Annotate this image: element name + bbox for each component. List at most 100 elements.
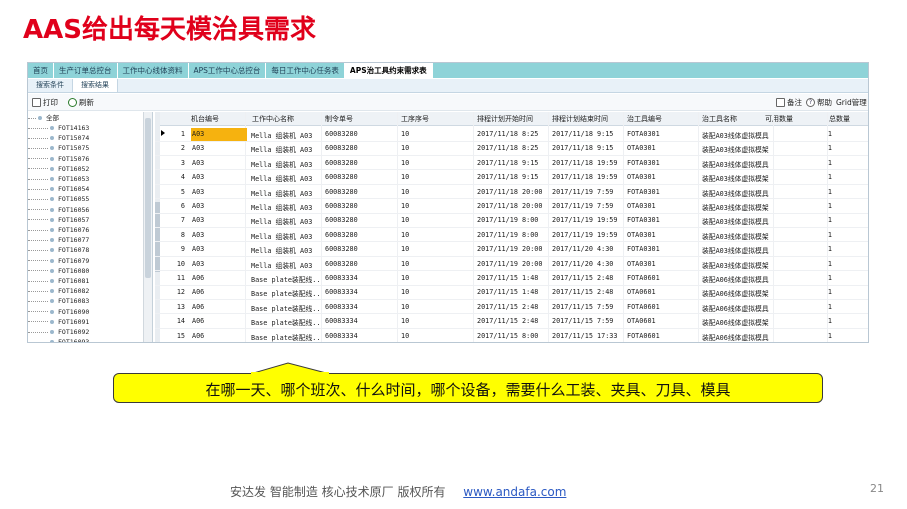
print-label: 打印 xyxy=(43,98,58,107)
tree-item[interactable]: FOT16081 xyxy=(28,276,89,286)
sub-tab[interactable]: 搜索结果 xyxy=(73,79,118,92)
tree-item[interactable]: FOT16080 xyxy=(28,266,89,276)
refresh-button[interactable]: 刷新 xyxy=(68,96,94,109)
tree-item[interactable]: FOT16092 xyxy=(28,327,89,337)
nav-tab[interactable]: 首页 xyxy=(28,63,54,78)
grid-cell[interactable]: A06 xyxy=(191,301,247,314)
tree-connector xyxy=(28,127,48,129)
footer-link[interactable]: www.andafa.com xyxy=(463,485,566,499)
grid-cell[interactable]: A06 xyxy=(191,330,247,342)
tree-node-icon xyxy=(50,248,54,253)
grid-cell: 2017/11/19 7:59 xyxy=(552,187,614,196)
grid-column-header[interactable]: 总数量 xyxy=(829,114,850,124)
table-row[interactable]: 7 A03 Mella 组装机 A03 60083280 10 2017/11/19 8:… xyxy=(155,213,868,228)
grid-column-header[interactable]: 制令单号 xyxy=(325,114,353,124)
grid-cell[interactable]: A03 xyxy=(191,229,247,242)
grid-cell[interactable]: A03 xyxy=(191,200,247,213)
grid-cell: FOTA0601 xyxy=(627,274,660,282)
tree-scroll-thumb[interactable] xyxy=(145,118,151,278)
grid-cell[interactable]: A03 xyxy=(191,214,247,227)
grid-cell: 装配A06线体虚拟模架 xyxy=(702,290,769,299)
table-row[interactable]: 3 A03 Mella 组装机 A03 60083280 10 2017/11/18 9:… xyxy=(155,156,868,171)
tree-item[interactable]: FOT15074 xyxy=(28,133,89,143)
grid-column-header[interactable]: 工序序号 xyxy=(401,114,429,124)
table-row[interactable]: 2 A03 Mella 组装机 A03 60083280 10 2017/11/18 8:… xyxy=(155,141,868,156)
table-row[interactable]: 12 A06 Base plate装配线... 60083334 10 2017/11/1… xyxy=(155,285,868,300)
grid-cell[interactable]: A06 xyxy=(191,286,247,299)
table-row[interactable]: 9 A03 Mella 组装机 A03 60083280 10 2017/11/19 20… xyxy=(155,242,868,257)
tree-item[interactable]: FOT16076 xyxy=(28,225,89,235)
table-row[interactable]: 6 A03 Mella 组装机 A03 60083280 10 2017/11/18 20… xyxy=(155,199,868,214)
grid-cell[interactable]: A03 xyxy=(191,128,247,141)
grid-cell[interactable]: A03 xyxy=(191,258,247,271)
grid-cell: 装配A03线体虚拟模架 xyxy=(702,204,769,212)
grid-cell[interactable]: A03 xyxy=(191,171,247,184)
tree-item[interactable]: FOT15075 xyxy=(28,143,89,153)
tree-root[interactable]: 全部 xyxy=(28,113,59,123)
grid-cell[interactable]: A06 xyxy=(191,315,247,328)
table-row[interactable]: 5 A03 Mella 组装机 A03 60083280 10 2017/11/18 20… xyxy=(155,185,868,200)
grid-cell: OTA0301 xyxy=(627,259,656,268)
tree-item[interactable]: FOT16082 xyxy=(28,286,89,296)
tree-item[interactable]: FOT16053 xyxy=(28,174,89,184)
note-button[interactable]: 备注 xyxy=(776,96,802,109)
grid-cell: 2017/11/19 20:00 xyxy=(477,259,543,268)
grid-cell: Mella 组装机 A03 xyxy=(251,204,313,212)
tree-item[interactable]: FOT16077 xyxy=(28,235,89,245)
grid-cell: 10 xyxy=(401,130,410,138)
tree-item[interactable]: FOT16055 xyxy=(28,194,89,204)
grid-cell: 2017/11/15 1:48 xyxy=(477,288,539,297)
tree-connector xyxy=(28,198,48,200)
grid-column-header[interactable]: 排程计划结束时间 xyxy=(552,114,608,124)
grid-column-header[interactable]: 机台编号 xyxy=(191,114,219,124)
tree-scrollbar[interactable] xyxy=(143,112,152,342)
tree-item[interactable]: FOT16052 xyxy=(28,164,89,174)
nav-tab[interactable]: APS治工具约束需求表 xyxy=(344,63,433,78)
sub-tab[interactable]: 搜索条件 xyxy=(28,79,73,92)
grid-manage-button[interactable]: Grid管理 xyxy=(836,96,867,109)
grid-cell[interactable]: A03 xyxy=(191,186,247,199)
tree-connector xyxy=(28,311,48,313)
tree-item[interactable]: FOT16079 xyxy=(28,256,89,266)
tree-connector xyxy=(28,270,48,272)
grid-cell: 15 xyxy=(176,331,185,340)
table-row[interactable]: 8 A03 Mella 组装机 A03 60083280 10 2017/11/19 8:… xyxy=(155,228,868,243)
nav-tab[interactable]: APS工作中心总控台 xyxy=(189,63,267,78)
grid-cell: 10 xyxy=(401,317,410,326)
table-row[interactable]: 11 A06 Base plate装配线... 60083334 10 2017/11/1… xyxy=(155,271,868,286)
grid-column-header[interactable]: 可用数量 xyxy=(765,114,793,124)
grid-cell[interactable]: A03 xyxy=(191,142,247,155)
nav-tab[interactable]: 每日工作中心任务表 xyxy=(266,63,345,78)
table-row[interactable]: 13 A06 Base plate装配线... 60083334 10 2017/11/1… xyxy=(155,300,868,315)
table-row[interactable]: 15 A06 Base plate装配线... 60083334 10 2017/11/1… xyxy=(155,329,868,342)
grid-cell[interactable]: A03 xyxy=(191,157,247,170)
tree-item[interactable]: FOT16057 xyxy=(28,215,89,225)
grid-column-header[interactable]: 治工具名称 xyxy=(702,114,737,124)
help-button[interactable]: ? 帮助 xyxy=(806,96,832,109)
tree-item[interactable]: FOT16056 xyxy=(28,205,89,215)
table-row[interactable]: 4 A03 Mella 组装机 A03 60083280 10 2017/11/18 9:… xyxy=(155,170,868,185)
tree-item[interactable]: FOT16054 xyxy=(28,184,89,194)
grid-cell: 2017/11/15 8:00 xyxy=(477,331,539,340)
nav-tab[interactable]: 工作中心线体资料 xyxy=(118,63,189,78)
tree-item[interactable]: FOT16091 xyxy=(28,317,89,327)
table-row[interactable]: 10 A03 Mella 组装机 A03 60083280 10 2017/11/19 2… xyxy=(155,257,868,272)
grid-cell[interactable]: A03 xyxy=(191,243,247,256)
grid-column-header[interactable]: 排程计划开始时间 xyxy=(477,114,533,124)
grid-column-header[interactable]: 工作中心名称 xyxy=(252,114,294,124)
tree-item[interactable]: FOT15076 xyxy=(28,154,89,164)
tree-item[interactable]: FOT16093 xyxy=(28,337,89,342)
table-row[interactable]: 14 A06 Base plate装配线... 60083334 10 2017/11/1… xyxy=(155,314,868,329)
tree-item[interactable]: FOT14163 xyxy=(28,123,89,133)
tree-item[interactable]: FOT16078 xyxy=(28,245,89,255)
grid-cell[interactable]: A06 xyxy=(191,272,247,285)
tree-node-icon xyxy=(50,217,54,222)
print-button[interactable]: 打印 xyxy=(32,96,58,109)
grid-cell: 2017/11/15 17:33 xyxy=(552,331,618,340)
tree-item[interactable]: FOT16090 xyxy=(28,307,89,317)
grid-column-header[interactable]: 治工具编号 xyxy=(627,114,662,124)
nav-tab[interactable]: 生产订单总控台 xyxy=(54,63,118,78)
table-row[interactable]: 1 A03 Mella 组装机 A03 60083280 10 2017/11/18 8:… xyxy=(155,127,868,142)
tree-item[interactable]: FOT16083 xyxy=(28,296,89,306)
grid-cell: 1 xyxy=(827,158,832,167)
